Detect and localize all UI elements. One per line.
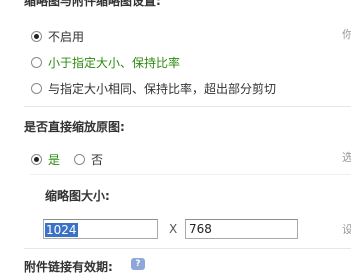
thumb-width-input[interactable] <box>43 219 158 239</box>
thumb-height-input[interactable] <box>185 219 298 239</box>
thumb-size-title: 缩略图大小: <box>45 189 110 203</box>
radio-keep-ratio[interactable] <box>31 57 42 68</box>
link-expiry-title: 附件链接有效期: <box>24 260 113 274</box>
zoom-choice-row: 是 否 <box>31 151 103 168</box>
section-divider-2 <box>24 248 351 249</box>
option-crop[interactable]: 与指定大小相同、保持比率，超出部分剪切 <box>31 80 276 97</box>
subpanel-divider <box>30 174 351 175</box>
radio-yes[interactable] <box>31 154 42 165</box>
radio-no[interactable] <box>74 154 86 165</box>
times-sign: X <box>169 222 178 236</box>
radio-crop[interactable] <box>31 83 42 94</box>
option-disabled-label: 不启用 <box>48 30 85 44</box>
attach-thumb-side-note: 你 <box>342 28 351 41</box>
option-crop-label: 与指定大小相同、保持比率，超出部分剪切 <box>48 82 277 96</box>
option-keep-ratio[interactable]: 小于指定大小、保持比率 <box>31 54 180 71</box>
section-divider <box>24 106 351 107</box>
radio-disabled[interactable] <box>31 31 42 42</box>
thumb-size-side-note: 设 <box>342 223 351 236</box>
help-icon[interactable]: ? <box>131 258 145 270</box>
attach-thumb-title: 缩略图与附件缩略图设置: <box>24 0 161 8</box>
no-label: 否 <box>91 153 104 167</box>
yes-label: 是 <box>48 153 61 167</box>
option-disabled[interactable]: 不启用 <box>31 28 84 45</box>
option-keep-ratio-label: 小于指定大小、保持比率 <box>48 56 181 70</box>
zoom-original-title: 是否直接缩放原图: <box>24 120 125 134</box>
settings-page: 缩略图与附件缩略图设置: 不启用 你 小于指定大小、保持比率 与指定大小相同、保… <box>0 0 351 278</box>
zoom-original-side-note: 选 <box>342 151 351 164</box>
